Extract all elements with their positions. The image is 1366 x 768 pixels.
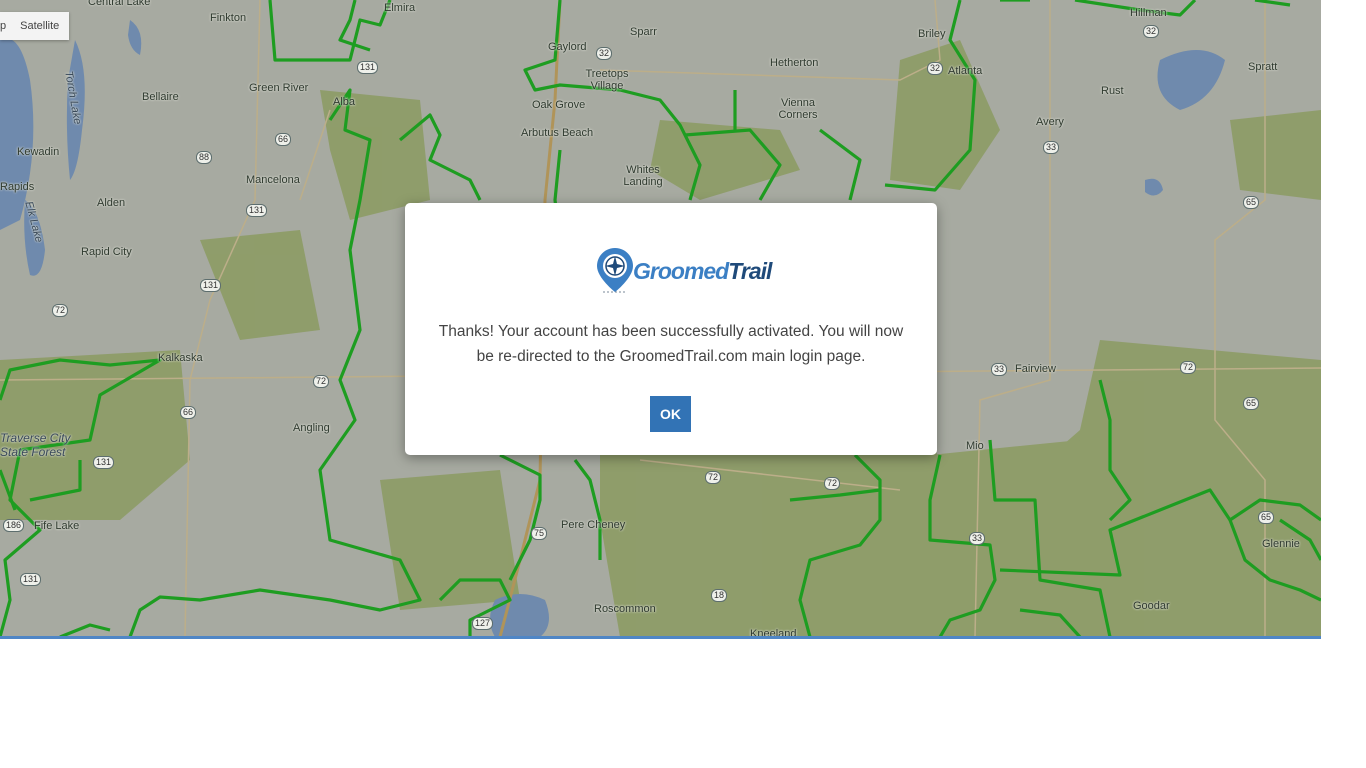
- map-label: Elmira: [384, 2, 416, 14]
- map-type-satellite-button[interactable]: Satellite: [10, 12, 69, 40]
- map-label: Sparr: [630, 26, 657, 38]
- map-type-control: p Satellite: [0, 12, 70, 40]
- route-shield: 33: [991, 363, 1008, 376]
- compass-pin-icon: [597, 248, 633, 293]
- logo-word-trail: Trail: [728, 258, 772, 284]
- route-shield: 88: [196, 151, 213, 164]
- map-label: Rapids: [0, 181, 35, 193]
- map-label: Goodar: [1133, 600, 1170, 612]
- map-label: Rapid City: [81, 246, 132, 258]
- route-shield: 72: [313, 375, 330, 388]
- map-label: Hetherton: [770, 57, 819, 69]
- route-shield: 65: [1258, 511, 1275, 524]
- route-shield: 72: [1180, 361, 1197, 374]
- map-label: Treetops Village: [585, 68, 629, 92]
- route-shield: 18: [711, 589, 728, 602]
- map-label: Kewadin: [17, 146, 60, 158]
- map-label: Angling: [293, 422, 330, 434]
- route-shield: 72: [824, 477, 841, 490]
- activation-message: Thanks! Your account has been successful…: [438, 323, 904, 365]
- route-shield: 72: [52, 304, 69, 317]
- route-shield: 131: [246, 204, 268, 217]
- map-label: Gaylord: [548, 41, 587, 53]
- map-label: Alden: [97, 197, 126, 209]
- route-shield: 32: [596, 47, 613, 60]
- route-shield: 65: [1243, 397, 1260, 410]
- route-shield: 131: [200, 279, 222, 292]
- map-label: Rust: [1101, 85, 1124, 97]
- route-shield: 66: [180, 406, 197, 419]
- map-label: Glennie: [1262, 538, 1300, 550]
- map-label: Whites Landing: [623, 164, 663, 188]
- map-label: Mio: [966, 440, 984, 452]
- groomedtrail-logo: GroomedTrail: [595, 246, 772, 294]
- route-shield: 186: [3, 519, 25, 532]
- route-shield: 72: [705, 471, 722, 484]
- map-label: Kalkaska: [158, 352, 203, 364]
- map-label: Finkton: [210, 12, 247, 24]
- map-label: Oak Grove: [532, 99, 586, 111]
- route-shield: 131: [357, 61, 379, 74]
- map-label: Arbutus Beach: [521, 127, 594, 139]
- activation-dialog: GroomedTrail Thanks! Your account has be…: [405, 203, 937, 455]
- map-label: Fairview: [1015, 363, 1056, 375]
- ok-button[interactable]: OK: [650, 396, 691, 432]
- route-shield: 32: [927, 62, 944, 75]
- map-label: Pere Cheney: [561, 519, 626, 531]
- logo-word-groomed: Groomed: [633, 258, 729, 284]
- map-label: Fife Lake: [34, 520, 80, 532]
- map-label: Spratt: [1248, 61, 1278, 73]
- map-label: Briley: [918, 28, 946, 40]
- map-label: Alba: [333, 96, 356, 108]
- route-shield: 75: [531, 527, 548, 540]
- route-shield: 131: [93, 456, 115, 469]
- route-shield: 66: [275, 133, 292, 146]
- map-label: Traverse City State Forest: [0, 431, 71, 459]
- route-shield: 33: [969, 532, 986, 545]
- route-shield: 32: [1143, 25, 1160, 38]
- map-label: Roscommon: [594, 603, 656, 615]
- map-label: Bellaire: [142, 91, 179, 103]
- route-shield: 33: [1043, 141, 1060, 154]
- map-bottom-border: [0, 636, 1321, 639]
- map-label: Hillman: [1130, 7, 1167, 19]
- logo-wordmark: GroomedTrail: [633, 258, 772, 285]
- map-label: Central Lake: [88, 0, 151, 8]
- route-shield: 65: [1243, 196, 1260, 209]
- route-shield: 131: [20, 573, 42, 586]
- map-label: Vienna Corners: [778, 97, 818, 121]
- map-label: Green River: [249, 82, 309, 94]
- route-shield: 127: [472, 617, 494, 630]
- map-label: Mancelona: [246, 174, 300, 186]
- map-type-map-button[interactable]: p: [0, 12, 10, 40]
- map-label: Avery: [1036, 116, 1064, 128]
- map-label: Atlanta: [948, 65, 983, 77]
